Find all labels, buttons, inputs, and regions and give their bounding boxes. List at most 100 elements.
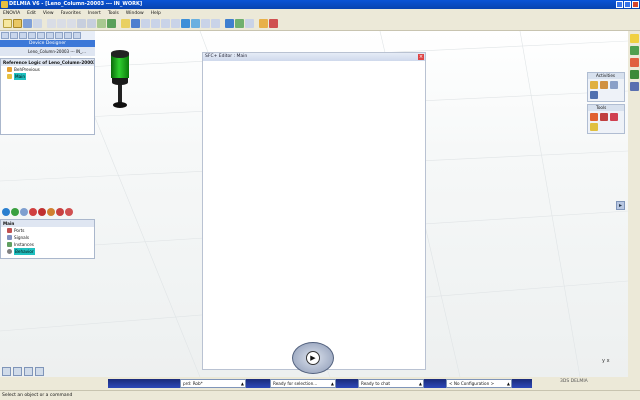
dock-navigate-icon[interactable] xyxy=(629,46,639,55)
iso-view-icon[interactable] xyxy=(181,19,190,28)
left-panel: Device Designer Leno_Column-20003 --- IN… xyxy=(0,31,95,377)
swap-space-icon[interactable] xyxy=(211,19,220,28)
dock-tool-icon[interactable] xyxy=(629,58,639,67)
add-port-icon[interactable] xyxy=(11,208,19,216)
normal-view-icon[interactable] xyxy=(171,19,180,28)
filter-icon[interactable] xyxy=(55,32,63,39)
tool-validate-icon[interactable] xyxy=(600,113,608,121)
tree-item-instances[interactable]: Instances xyxy=(1,241,94,248)
tree-item-main[interactable]: Main xyxy=(1,73,94,80)
instances-icon xyxy=(7,242,12,247)
rotate-icon[interactable] xyxy=(141,19,150,28)
light-tower-model[interactable] xyxy=(111,50,129,113)
right-dock-toolbar xyxy=(628,31,640,377)
chat-field[interactable]: Ready to chat ▲ xyxy=(358,379,424,388)
network-icon[interactable] xyxy=(24,367,33,376)
folder-icon[interactable] xyxy=(19,32,27,39)
chevron-down-icon[interactable]: ▲ xyxy=(419,380,422,387)
device-designer-bar[interactable]: Device Designer xyxy=(0,40,95,47)
zoom-in-icon[interactable] xyxy=(151,19,160,28)
settings-icon[interactable] xyxy=(64,32,72,39)
redo-icon[interactable] xyxy=(87,19,96,28)
dock-layer-icon[interactable] xyxy=(629,82,639,91)
menu-window[interactable]: Window xyxy=(126,11,144,16)
tool-debug-icon[interactable] xyxy=(590,113,598,121)
tool-simulate-icon[interactable] xyxy=(610,113,618,121)
instance-icon[interactable] xyxy=(47,208,55,216)
error-icon[interactable] xyxy=(38,208,46,216)
analysis-icon[interactable] xyxy=(245,19,254,28)
menu-enovia[interactable]: ENOVIA xyxy=(3,11,20,16)
pan-icon[interactable] xyxy=(131,19,140,28)
menu-help[interactable]: Help xyxy=(151,11,161,16)
breakpoint-icon[interactable] xyxy=(65,208,73,216)
expand-panel-arrow-icon[interactable]: ▸ xyxy=(616,201,625,210)
chevron-down-icon[interactable]: ▲ xyxy=(331,380,334,387)
configuration-field[interactable]: < No Configuration > ▲ xyxy=(446,379,512,388)
menu-view[interactable]: View xyxy=(43,11,54,16)
refresh-icon[interactable] xyxy=(225,19,234,28)
dock-simulation-icon[interactable] xyxy=(629,70,639,79)
sfc-editor-window[interactable]: SFC+ Editor : Main × xyxy=(202,52,426,370)
select-icon[interactable] xyxy=(10,32,18,39)
menu-favorites[interactable]: Favorites xyxy=(61,11,81,16)
measure-icon[interactable] xyxy=(235,19,244,28)
properties-icon[interactable] xyxy=(2,367,11,376)
render-style-icon[interactable] xyxy=(191,19,200,28)
paste-icon[interactable] xyxy=(67,19,76,28)
minimize-button[interactable] xyxy=(616,1,623,8)
undo-icon[interactable] xyxy=(77,19,86,28)
zoom-out-icon[interactable] xyxy=(161,19,170,28)
home-icon[interactable] xyxy=(1,32,9,39)
gear-icon[interactable] xyxy=(107,19,116,28)
print-icon[interactable] xyxy=(33,19,42,28)
play-icon[interactable]: ▶ xyxy=(306,351,320,365)
link-icon[interactable] xyxy=(28,32,36,39)
snapshot-icon[interactable] xyxy=(35,367,44,376)
chevron-down-icon[interactable]: ▲ xyxy=(507,380,510,387)
tree-item-behavior[interactable]: Behavior xyxy=(1,248,94,255)
play-compass[interactable]: ▶ xyxy=(292,338,334,376)
chevron-down-icon[interactable]: ▲ xyxy=(241,380,244,387)
help-icon[interactable] xyxy=(73,32,81,39)
table-icon[interactable] xyxy=(13,367,22,376)
maximize-button[interactable] xyxy=(624,1,631,8)
sfc-editor-close-icon[interactable]: × xyxy=(418,54,424,60)
fit-all-icon[interactable] xyxy=(121,19,130,28)
open-folder-icon[interactable] xyxy=(13,19,22,28)
search-icon[interactable] xyxy=(259,19,268,28)
toolbar-separator xyxy=(255,19,258,28)
new-document-icon[interactable] xyxy=(3,19,12,28)
cut-icon[interactable] xyxy=(47,19,56,28)
menu-edit[interactable]: Edit xyxy=(27,11,36,16)
activity-link-icon[interactable] xyxy=(590,91,598,99)
product-field[interactable]: prd: Rob* ▲ xyxy=(180,379,246,388)
end-strip xyxy=(512,379,532,388)
tool-export-icon[interactable] xyxy=(590,123,598,131)
signal-icon[interactable] xyxy=(20,208,28,216)
menu-insert[interactable]: Insert xyxy=(88,11,101,16)
tree-icon[interactable] xyxy=(97,19,106,28)
delete-icon[interactable] xyxy=(56,208,64,216)
grid-icon[interactable] xyxy=(46,32,54,39)
activity-transition-icon[interactable] xyxy=(600,81,608,89)
refresh-logic-icon[interactable] xyxy=(2,208,10,216)
selection-field[interactable]: Ready for selection... ▲ xyxy=(270,379,336,388)
activity-branch-icon[interactable] xyxy=(610,81,618,89)
document-tab[interactable]: Leno_Column-20003 --- IN_... xyxy=(0,47,95,56)
list-icon[interactable] xyxy=(37,32,45,39)
selection-strip xyxy=(246,379,270,388)
tree-item-signals[interactable]: Signals xyxy=(1,234,94,241)
tree-item-behprevious[interactable]: BehPrevious xyxy=(1,66,94,73)
options-icon[interactable] xyxy=(269,19,278,28)
tree-item-ports[interactable]: Ports xyxy=(1,227,94,234)
menu-tools[interactable]: Tools xyxy=(108,11,119,16)
activity-step-icon[interactable] xyxy=(590,81,598,89)
dock-compass-icon[interactable] xyxy=(629,34,639,43)
save-icon[interactable] xyxy=(23,19,32,28)
hide-show-icon[interactable] xyxy=(201,19,210,28)
copy-icon[interactable] xyxy=(57,19,66,28)
stop-icon[interactable] xyxy=(29,208,37,216)
close-window-button[interactable] xyxy=(632,1,639,8)
delmia-app-icon xyxy=(1,1,8,8)
